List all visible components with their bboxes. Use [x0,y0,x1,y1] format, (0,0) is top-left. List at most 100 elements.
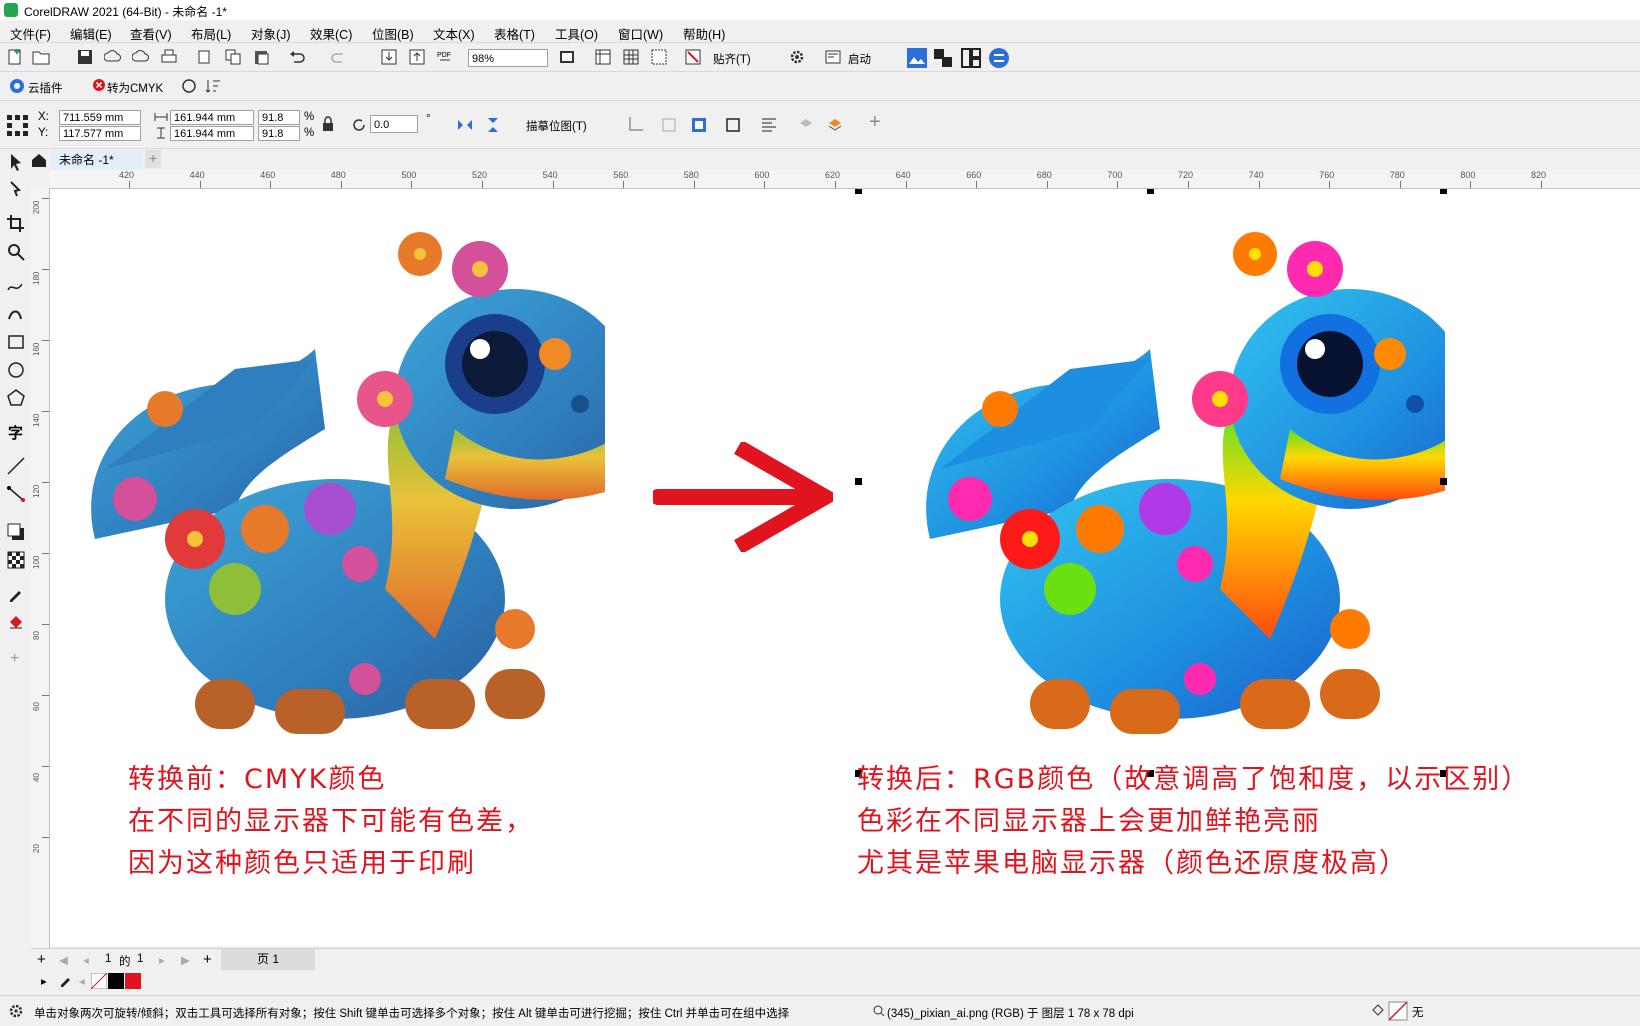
palette-scroll-left-icon[interactable]: ◂ [79,974,85,988]
vertical-ruler[interactable]: 200 180 160 140 120 100 80 60 40 20 [31,188,50,948]
options-gear-icon[interactable] [788,48,806,66]
show-grid-icon[interactable] [622,48,640,66]
transparency-icon[interactable] [6,550,26,570]
cloud-sync-icon[interactable] [132,48,150,66]
print-icon[interactable] [160,48,178,66]
export-icon[interactable] [408,48,426,66]
new-document-icon[interactable] [6,48,24,66]
last-page-icon[interactable]: ▶ [181,953,190,967]
caption-before-line1[interactable]: 转换前：CMYK颜色 [128,757,386,796]
menu-layout[interactable]: 布局(L) [191,24,231,43]
plugin-sync-icon[interactable] [180,77,198,95]
freehand-tool-icon[interactable] [6,276,26,296]
page-tab[interactable]: 页 1 [221,949,315,970]
add-page-after-button[interactable]: + [203,951,212,968]
zoom-level-select[interactable]: 98% [468,49,548,67]
menu-table[interactable]: 表格(T) [494,24,535,43]
menu-object[interactable]: 对象(J) [251,24,291,43]
scale-width-input[interactable]: 91.8 [258,110,300,125]
menu-tools[interactable]: 工具(O) [555,24,598,43]
sort-icon[interactable] [204,77,222,95]
caption-after-line1[interactable]: 转换后：RGB颜色（故意调高了饱和度，以示区别） [857,757,1530,796]
launch-icon[interactable] [824,48,842,66]
open-folder-icon[interactable] [32,48,50,66]
cloud-upload-icon[interactable] [104,48,122,66]
drawing-canvas[interactable]: 转换前：CMYK颜色 在不同的显示器下可能有色差， 因为这种颜色只适用于印刷 转… [50,189,1640,946]
first-page-icon[interactable]: ◀ [59,953,68,967]
trace-bitmap-menu[interactable]: 描摹位图(T) [526,118,587,134]
selection-handle-tl[interactable] [855,189,862,194]
menu-text[interactable]: 文本(X) [433,24,475,43]
eyedropper-icon[interactable] [6,584,26,604]
text-wrap-icon[interactable] [760,116,778,134]
undo-icon[interactable] [288,48,306,66]
arrow-right-icon[interactable] [653,442,833,552]
artistic-media-icon[interactable] [6,304,26,324]
scale-height-input[interactable]: 91.8 [258,126,300,141]
palette-expand-icon[interactable]: ▸ [41,974,47,988]
resample-icon[interactable] [724,116,742,134]
snap-off-icon[interactable] [684,48,702,66]
ellipse-tool-icon[interactable] [6,360,26,380]
show-rulers-icon[interactable] [594,48,612,66]
add-page-before-button[interactable]: + [37,951,46,968]
mirror-horizontal-icon[interactable] [456,116,474,134]
layers-icon[interactable] [826,116,844,134]
next-page-icon[interactable]: ▸ [159,953,165,967]
add-property-button[interactable]: + [869,111,881,134]
connector-tool-icon[interactable] [6,484,26,504]
web-browser-icon[interactable] [988,47,1010,69]
cloud-plugin-menu[interactable]: 云插件 [28,80,63,96]
parallel-dimension-icon[interactable] [6,456,26,476]
selection-handle-mr[interactable] [1440,478,1447,485]
home-icon[interactable] [31,152,47,168]
bitmap-color-mask-icon[interactable] [690,116,708,134]
red-swatch[interactable] [125,973,141,989]
caption-before-line3[interactable]: 因为这种颜色只适用于印刷 [128,841,476,880]
paste-icon[interactable] [252,48,270,66]
save-icon[interactable] [76,48,94,66]
selection-handle-tr[interactable] [1440,189,1447,194]
previous-page-icon[interactable]: ◂ [83,953,89,967]
polygon-tool-icon[interactable] [6,388,26,408]
x-position-input[interactable]: 711.559 mm [59,110,141,125]
rectangle-tool-icon[interactable] [6,332,26,352]
no-color-swatch[interactable] [91,973,107,989]
dinosaur-rgb-image[interactable] [905,209,1445,739]
no-fill-swatch[interactable] [1388,1001,1408,1021]
status-settings-gear-icon[interactable] [8,1003,24,1019]
transform-icon[interactable] [932,47,954,69]
selection-handle-tc[interactable] [1147,189,1154,194]
text-tool-icon[interactable]: 字 [6,422,26,442]
object-origin-icon[interactable] [5,113,29,137]
menu-effects[interactable]: 效果(C) [310,24,352,43]
fill-bucket-icon[interactable] [1370,1002,1386,1018]
show-guidelines-icon[interactable] [650,48,668,66]
menu-help[interactable]: 帮助(H) [683,24,725,43]
redo-icon[interactable] [330,48,348,66]
image-tools-icon[interactable] [906,47,928,69]
ruler-origin[interactable] [31,170,49,188]
shape-tool-icon[interactable] [6,180,26,200]
new-tab-button[interactable]: + [145,150,161,168]
snap-to-menu[interactable]: 贴齐(T) [713,51,751,67]
horizontal-ruler[interactable]: 420 440 460 480 500 520 540 560 580 600 620 640 660 6… [49,170,1640,189]
edit-bitmap-icon[interactable] [660,116,678,134]
launch-menu[interactable]: 启动 [848,51,871,67]
pick-tool-icon[interactable] [6,152,26,172]
caption-before-line2[interactable]: 在不同的显示器下可能有色差， [128,799,534,838]
publish-pdf-icon[interactable]: PDF [436,48,454,66]
color-eyedropper-icon[interactable] [59,973,73,987]
copy-icon[interactable] [224,48,242,66]
add-tool-button[interactable]: + [10,650,19,668]
menu-view[interactable]: 查看(V) [130,24,172,43]
object-width-input[interactable]: 161.944 mm [170,110,254,125]
full-screen-preview-icon[interactable] [558,48,576,66]
menu-window[interactable]: 窗口(W) [618,24,663,43]
black-swatch[interactable] [108,973,124,989]
interactive-fill-icon[interactable] [6,612,26,632]
crop-tool-icon[interactable] [6,214,26,234]
caption-after-line2[interactable]: 色彩在不同显示器上会更加鲜艳亮丽 [857,799,1321,838]
convert-to-cmyk-button[interactable]: 转为CMYK [107,80,163,96]
menu-file[interactable]: 文件(F) [10,24,51,43]
